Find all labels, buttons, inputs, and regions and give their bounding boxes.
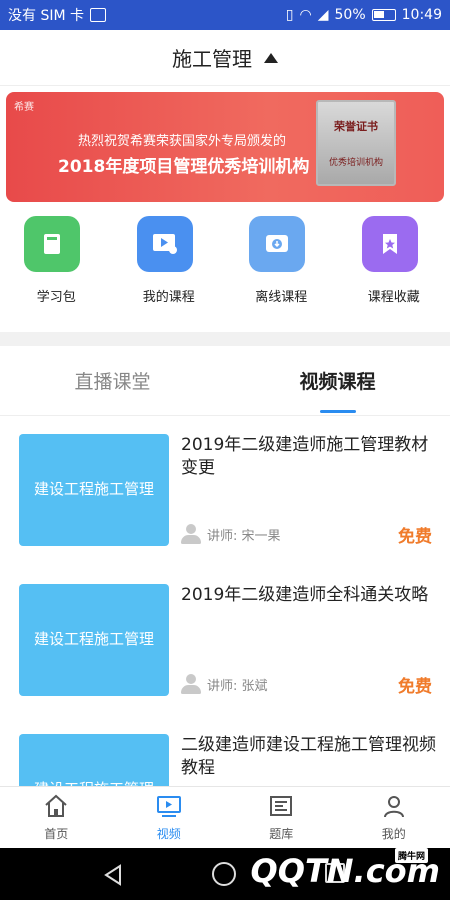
banner-brand: 希赛 [14,102,34,113]
nav-question-bank[interactable]: 题库 [225,787,338,848]
download-icon[interactable] [249,216,306,272]
book-icon[interactable] [24,216,81,272]
cert-title: 荣誉证书 [334,120,378,134]
cert-text: 优秀培训机构 [328,157,383,168]
bookmark-star-icon[interactable] [361,216,418,272]
nav-label: 我的 [381,827,406,841]
quick-links: 学习包 我的课程 离线课程 课程收藏 [0,216,450,316]
battery-icon [371,9,396,21]
course-title[interactable]: 2019年二级建造师施工管理教材变更 [181,434,436,480]
lecturer: 讲师: 宋一果 [181,524,281,544]
quick-link-label: 离线课程 [255,290,308,305]
status-bar: 没有 SIM 卡 ▯ ◠ ◢ 50% 10:49 [0,0,450,30]
course-list: 建设工程施工管理 2019年二级建造师施工管理教材变更 讲师: 宋一果 免费 建… [0,418,450,786]
lecturer-name: 讲师: 张斌 [207,678,268,694]
course-title[interactable]: 2019年二级建造师全科通关攻略 [181,584,436,607]
lecturer: 讲师: 张斌 [181,674,268,694]
price-badge: 免费 [398,677,432,697]
quick-link-label: 我的课程 [142,290,195,305]
watermark-tag: 腾牛网 [394,848,428,863]
nav-label: 首页 [44,827,69,841]
course-title[interactable]: 二级建造师建设工程施工管理视频教程 [181,734,436,780]
tab-video[interactable]: 视频课程 [225,346,450,415]
play-person-icon[interactable] [136,216,193,272]
document-list-icon[interactable] [268,793,294,819]
watermark-logo: QQTN.com 腾牛网 [251,848,440,890]
page-title[interactable]: 施工管理 [172,43,252,72]
back-icon[interactable] [102,864,124,886]
banner-line1: 热烈祝贺希赛荣获国家外专局颁发的 [78,134,287,149]
list-item[interactable]: 建设工程施工管理 2019年二级建造师施工管理教材变更 讲师: 宋一果 免费 [0,418,450,568]
course-thumbnail[interactable]: 建设工程施工管理 [19,734,169,786]
banner-line2: 2018年度项目管理优秀培训机构 [58,157,310,177]
section-divider [0,332,450,346]
lecturer-name: 讲师: 宋一果 [207,528,281,544]
signal-icon: ◢ [317,7,329,23]
user-icon[interactable] [381,793,407,819]
course-tabs: 直播课堂 视频课程 [0,346,450,416]
quick-link-label: 课程收藏 [367,290,420,305]
caret-up-icon[interactable] [264,52,278,63]
course-thumbnail[interactable]: 建设工程施工管理 [19,584,169,696]
quick-link-my-courses[interactable]: 我的课程 [113,216,226,316]
promo-banner[interactable]: 希赛 热烈祝贺希赛荣获国家外专局颁发的 2018年度项目管理优秀培训机构 荣誉证… [6,92,444,202]
person-icon [181,674,201,694]
home-circle-icon[interactable] [212,862,236,886]
vibrate-icon: ▯ [285,7,294,23]
nav-profile[interactable]: 我的 [338,787,450,848]
person-icon [181,524,201,544]
quick-link-label: 学习包 [36,290,76,305]
battery-percent: 50% [334,7,366,23]
nav-home[interactable]: 首页 [0,787,113,848]
home-icon[interactable] [43,793,69,819]
quick-link-offline[interactable]: 离线课程 [225,216,338,316]
list-item[interactable]: 建设工程施工管理 二级建造师建设工程施工管理视频教程 [0,718,450,786]
price-badge: 免费 [398,527,432,547]
course-thumbnail[interactable]: 建设工程施工管理 [19,434,169,546]
carrier-text: 没有 SIM 卡 [8,8,84,24]
list-item[interactable]: 建设工程施工管理 2019年二级建造师全科通关攻略 讲师: 张斌 免费 [0,568,450,718]
bottom-nav: 首页 视频 题库 我的 [0,786,450,848]
nav-label: 题库 [269,827,294,841]
video-icon[interactable] [156,793,182,819]
wifi-icon: ◠ [299,7,312,23]
certificate-image: 荣誉证书 优秀培训机构 [316,100,396,186]
quick-link-study-pack[interactable]: 学习包 [0,216,113,316]
nav-label: 视频 [156,827,181,841]
quick-link-favorites[interactable]: 课程收藏 [338,216,450,316]
title-bar[interactable]: 施工管理 [0,30,450,86]
image-icon [90,8,106,22]
tab-live[interactable]: 直播课堂 [0,346,225,415]
nav-video[interactable]: 视频 [113,787,226,848]
clock: 10:49 [401,7,442,23]
